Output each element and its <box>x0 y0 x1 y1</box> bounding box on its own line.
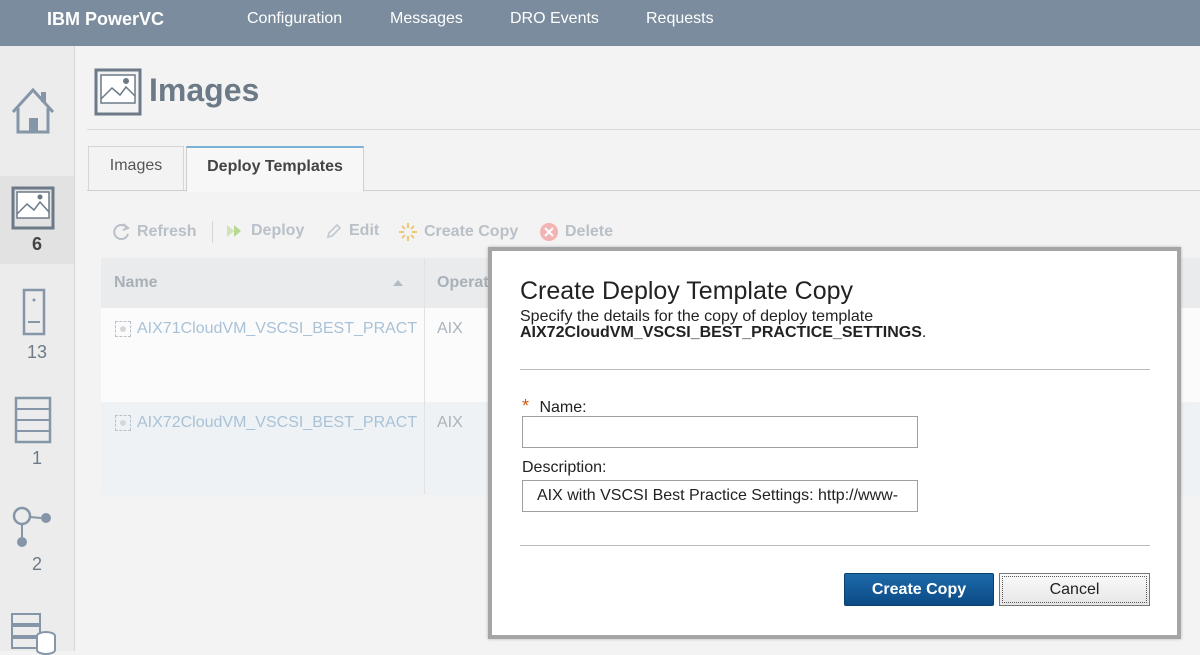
server-icon <box>22 288 46 336</box>
edit-label: Edit <box>349 222 380 239</box>
description-field[interactable] <box>522 480 918 512</box>
app-brand[interactable]: IBM PowerVC <box>47 9 164 30</box>
name-label-text: Name: <box>539 399 587 416</box>
nav-configuration[interactable]: Configuration <box>247 10 342 28</box>
dialog-description: Specify the details for the copy of depl… <box>520 309 926 341</box>
template-os: AIX <box>437 414 463 431</box>
name-label: * Name: <box>522 396 587 417</box>
pencil-icon <box>326 223 342 239</box>
sidebar-item-hosts[interactable]: 1 <box>0 392 74 472</box>
dialog-description-text: Specify the details for the copy of depl… <box>520 308 874 325</box>
create-copy-confirm-button[interactable]: Create Copy <box>844 573 994 606</box>
refresh-label: Refresh <box>137 223 197 240</box>
left-sidebar: 6 13 1 2 <box>0 46 75 655</box>
column-divider <box>424 258 425 494</box>
create-deploy-template-copy-dialog: Create Deploy Template Copy Specify the … <box>488 247 1181 639</box>
column-header-name[interactable]: Name <box>114 274 158 292</box>
deploy-button[interactable]: Deploy <box>225 222 304 240</box>
description-label: Description: <box>522 459 607 476</box>
sidebar-item-networks[interactable]: 2 <box>0 498 74 578</box>
refresh-button[interactable]: Refresh <box>111 222 197 242</box>
image-icon <box>11 186 55 230</box>
rack-icon <box>14 396 52 444</box>
sparkle-icon <box>399 223 417 241</box>
sort-ascending-icon[interactable] <box>392 279 404 287</box>
name-field[interactable] <box>522 416 918 448</box>
row-select-checkbox[interactable] <box>115 415 131 431</box>
tab-images[interactable]: Images <box>88 146 184 190</box>
dialog-divider-top <box>520 369 1150 370</box>
page-title: Images <box>149 72 260 108</box>
delete-icon <box>540 223 558 241</box>
deploy-label: Deploy <box>251 222 305 239</box>
create-copy-label: Create Copy <box>424 223 519 240</box>
cancel-button[interactable]: Cancel <box>999 573 1150 606</box>
required-asterisk: * <box>522 396 530 416</box>
sidebar-item-images[interactable]: 6 <box>0 176 74 264</box>
sidebar-item-storage[interactable] <box>0 606 74 655</box>
sidebar-item-home[interactable] <box>0 72 74 142</box>
toolbar-separator <box>212 221 213 243</box>
top-navigation-bar: IBM PowerVC Configuration Messages DRO E… <box>0 0 1200 46</box>
template-name[interactable]: AIX72CloudVM_VSCSI_BEST_PRACT <box>137 414 417 432</box>
nav-requests[interactable]: Requests <box>646 10 714 28</box>
dialog-description-period: . <box>921 324 927 341</box>
nav-messages[interactable]: Messages <box>390 10 463 28</box>
network-icon <box>12 506 51 547</box>
template-name[interactable]: AIX71CloudVM_VSCSI_BEST_PRACT <box>137 320 417 338</box>
column-header-operating-system[interactable]: Operat <box>437 274 489 292</box>
storage-icon <box>11 613 56 655</box>
sidebar-images-count: 6 <box>31 234 42 254</box>
refresh-icon <box>113 223 130 241</box>
row-select-checkbox[interactable] <box>115 321 131 337</box>
row-name-cell: AIX71CloudVM_VSCSI_BEST_PRACT <box>115 320 417 338</box>
nav-dro-events[interactable]: DRO Events <box>510 10 599 28</box>
sidebar-item-servers[interactable]: 13 <box>0 286 74 366</box>
deploy-icon <box>227 225 241 237</box>
images-page-icon <box>94 68 142 116</box>
create-copy-button[interactable]: Create Copy <box>398 222 518 242</box>
row-name-cell: AIX72CloudVM_VSCSI_BEST_PRACT <box>115 414 417 432</box>
template-os: AIX <box>437 320 463 337</box>
dialog-template-name: AIX72CloudVM_VSCSI_BEST_PRACTICE_SETTING… <box>520 324 922 341</box>
sidebar-servers-count: 13 <box>26 342 48 362</box>
dialog-title: Create Deploy Template Copy <box>520 277 854 305</box>
edit-button[interactable]: Edit <box>325 222 379 240</box>
sidebar-hosts-count: 1 <box>31 448 42 468</box>
delete-label: Delete <box>565 223 614 240</box>
title-divider <box>87 129 1200 130</box>
tab-deploy-templates[interactable]: Deploy Templates <box>186 146 364 192</box>
home-icon <box>11 87 55 134</box>
delete-button[interactable]: Delete <box>539 222 613 242</box>
sidebar-networks-count: 2 <box>31 554 42 574</box>
dialog-divider-bottom <box>520 545 1150 546</box>
